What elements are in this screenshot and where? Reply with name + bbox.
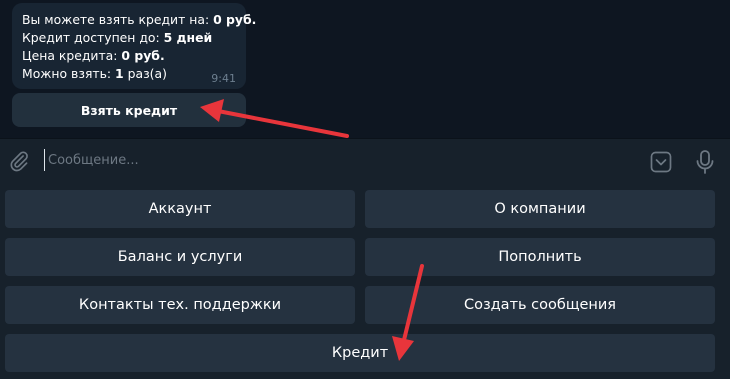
telegram-chat-window: Вы можете взять кредит на: 0 руб. Кредит… (0, 0, 730, 379)
create-messages-button[interactable]: Создать сообщения (365, 286, 715, 324)
account-button[interactable]: Аккаунт (5, 190, 355, 228)
paperclip-icon[interactable] (8, 150, 30, 172)
chat-history: Вы можете взять кредит на: 0 руб. Кредит… (0, 0, 730, 138)
credit-price-line: Цена кредита: 0 руб. (22, 48, 165, 63)
top-up-button[interactable]: Пополнить (365, 238, 715, 276)
message-composer (0, 138, 730, 184)
credit-amount-line: Вы можете взять кредит на: 0 руб. (22, 12, 257, 27)
balance-services-button[interactable]: Баланс и услуги (5, 238, 355, 276)
support-contacts-button[interactable]: Контакты тех. поддержки (5, 286, 355, 324)
message-input[interactable] (44, 149, 638, 171)
credit-button[interactable]: Кредит (5, 334, 715, 372)
microphone-icon[interactable] (693, 149, 717, 175)
bot-message-bubble: Вы можете взять кредит на: 0 руб. Кредит… (12, 3, 257, 89)
about-company-button[interactable]: О компании (365, 190, 715, 228)
keyboard-toggle-icon[interactable] (649, 150, 673, 174)
credit-count-line: Можно взять: 1 раз(а) (22, 66, 167, 81)
message-timestamp: 9:41 (211, 72, 236, 85)
credit-term-line: Кредит доступен до: 5 дней (22, 30, 213, 45)
take-credit-inline-button[interactable]: Взять кредит (12, 93, 246, 127)
